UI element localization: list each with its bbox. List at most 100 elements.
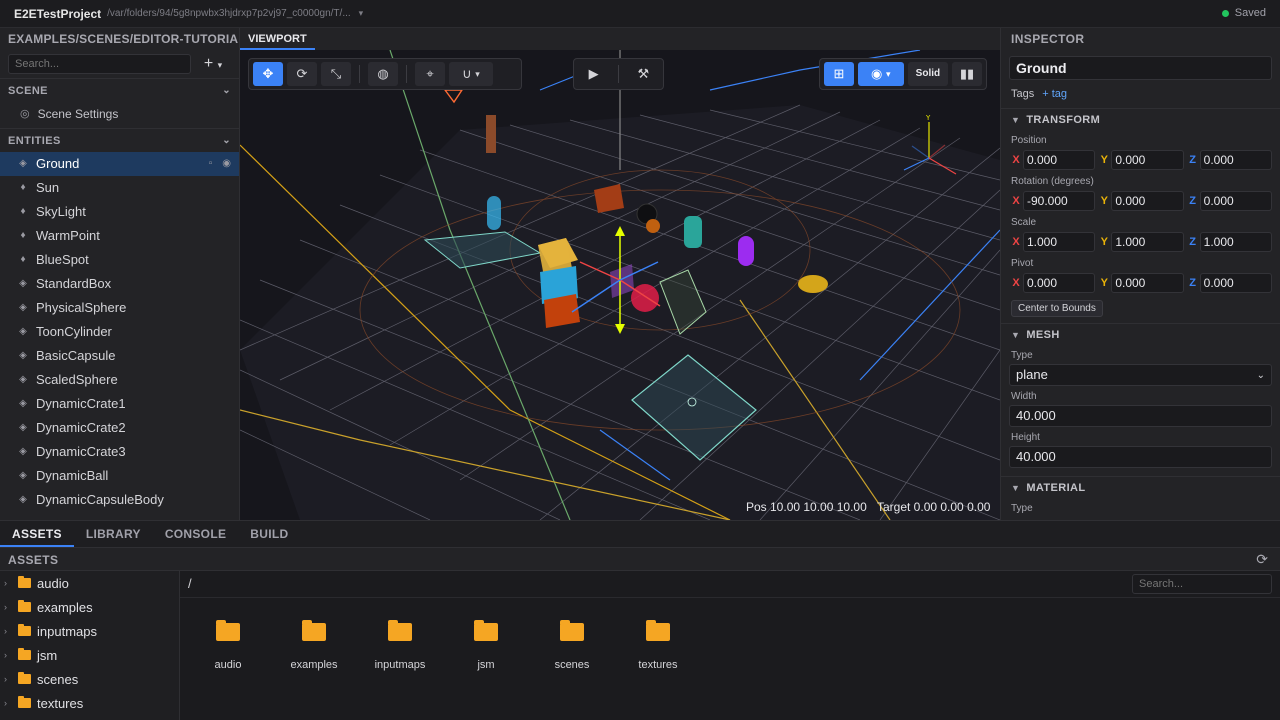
position-y-input[interactable]: 0.000 [1111,150,1184,170]
asset-folder-inputmaps[interactable]: inputmaps [357,619,443,671]
entity-item-ground[interactable]: ◈ Ground ▫ ◉ [0,152,239,176]
entity-item-warmpoint[interactable]: ♦ WarmPoint [0,224,239,248]
scale-y-input[interactable]: 1.000 [1111,232,1184,252]
lock-icon[interactable]: ▫ [209,152,213,176]
project-path[interactable]: /var/folders/94/5g8npwbx3hjdrxp7p2vj97_c… [107,8,351,19]
asset-folder-label: scenes [554,659,590,671]
add-tag-button[interactable]: + tag [1042,88,1067,100]
toolbar-divider [617,65,619,83]
mesh-icon: ◈ [19,350,27,361]
entity-item-standardbox[interactable]: ◈ StandardBox [0,272,239,296]
height-input[interactable]: 40.000 [1009,446,1272,468]
tab-viewport[interactable]: VIEWPORT [240,28,315,50]
move-tool-button[interactable]: ✥ [253,62,283,86]
mesh-header[interactable]: ▼ MESH [1001,323,1280,345]
build-button[interactable]: ⚒ [628,62,658,86]
scale-tool-button[interactable]: ⤡ [321,62,351,86]
material-header[interactable]: ▼ MATERIAL [1001,476,1280,498]
world-space-button[interactable]: ◍ [368,62,398,86]
tree-item-audio[interactable]: › audio [0,571,179,595]
rotate-icon: ⟳ [296,66,308,81]
refresh-icon[interactable]: ⟳ [1256,551,1268,568]
tab-build[interactable]: BUILD [238,521,300,547]
mesh-icon: ◈ [19,374,27,385]
mesh-type-select[interactable]: plane ⌄ [1009,364,1272,386]
entity-item-tooncylinder[interactable]: ◈ ToonCylinder [0,320,239,344]
tab-library[interactable]: LIBRARY [74,521,153,547]
chevron-right-icon[interactable]: › [4,602,12,612]
entities-section-header[interactable]: ENTITIES ⌄ [0,128,239,152]
asset-folder-audio[interactable]: audio [185,619,271,671]
entity-item-basiccapsule[interactable]: ◈ BasicCapsule [0,344,239,368]
entity-item-dynamiccrate1[interactable]: ◈ DynamicCrate1 [0,392,239,416]
entity-label: DynamicCapsuleBody [36,492,164,507]
visibility-toggle-button[interactable]: ◉ ▾ [857,62,904,86]
width-input[interactable]: 40.000 [1009,405,1272,427]
chevron-right-icon[interactable]: › [4,698,12,708]
position-z-input[interactable]: 0.000 [1199,150,1272,170]
tree-item-label: textures [37,695,84,711]
bottom-tab-bar: ASSETS LIBRARY CONSOLE BUILD [0,520,1280,547]
entity-label: SkyLight [36,204,86,219]
tree-item-textures[interactable]: › textures [0,691,179,715]
viewport-canvas[interactable]: Y ✥ ⟳ ⤡ ◍ ⌖ ∪ ▾ ▶ ⚒ ⊞ ◉ ▾ Solid ▮▮ Pos 1… [240,50,1000,520]
tree-item-examples[interactable]: › examples [0,595,179,619]
asset-folder-scenes[interactable]: scenes [529,619,615,671]
rotation-z-input[interactable]: 0.000 [1199,191,1272,211]
chevron-down-icon[interactable]: ▾ [359,8,364,19]
play-button[interactable]: ▶ [579,62,609,86]
entity-item-skylight[interactable]: ♦ SkyLight [0,200,239,224]
chevron-right-icon[interactable]: › [4,650,12,660]
asset-search-input[interactable] [1132,574,1272,594]
scale-x-input[interactable]: 1.000 [1023,232,1096,252]
tab-console[interactable]: CONSOLE [153,521,238,547]
asset-folder-jsm[interactable]: jsm [443,619,529,671]
rotation-y-input[interactable]: 0.000 [1111,191,1184,211]
tree-item-scenes[interactable]: › scenes [0,667,179,691]
pivot-button[interactable]: ⌖ [415,62,445,86]
pivot-label: Pivot [1011,258,1034,269]
grid-toggle-button[interactable]: ⊞ [824,62,854,86]
entity-item-sun[interactable]: ♦ Sun [0,176,239,200]
position-x-input[interactable]: 0.000 [1023,150,1096,170]
entity-item-dynamicball[interactable]: ◈ DynamicBall [0,464,239,488]
tree-item-jsm[interactable]: › jsm [0,643,179,667]
asset-folder-examples[interactable]: examples [271,619,357,671]
entity-item-bluespot[interactable]: ♦ BlueSpot [0,248,239,272]
asset-folder-textures[interactable]: textures [615,619,701,671]
entity-name-input[interactable]: Ground [1009,56,1272,80]
snap-button[interactable]: ∪ ▾ [449,62,493,86]
light-icon: ♦ [20,182,26,193]
asset-folder-label: textures [638,659,678,671]
add-entity-button[interactable]: + ▾ [199,55,227,73]
chevron-right-icon[interactable]: › [4,626,12,636]
scene-settings-item[interactable]: ◎ Scene Settings [0,102,239,126]
render-mode-button[interactable]: Solid [907,62,949,86]
scene-render[interactable]: Y [240,50,1000,520]
scene-section-header[interactable]: SCENE ⌄ [0,78,239,102]
center-to-bounds-button[interactable]: Center to Bounds [1011,300,1103,317]
chevron-right-icon[interactable]: › [4,578,12,588]
pivot-y-input[interactable]: 0.000 [1111,273,1184,293]
transform-header[interactable]: ▼ TRANSFORM [1001,108,1280,130]
tab-assets[interactable]: ASSETS [0,521,74,547]
entity-item-dynamiccrate2[interactable]: ◈ DynamicCrate2 [0,416,239,440]
entity-item-dynamiccapsulebody[interactable]: ◈ DynamicCapsuleBody [0,488,239,512]
breadcrumb[interactable]: / [188,576,192,591]
tree-item-inputmaps[interactable]: › inputmaps [0,619,179,643]
pivot-x-input[interactable]: 0.000 [1023,273,1096,293]
entity-search-input[interactable] [8,54,191,74]
entity-item-scaledsphere[interactable]: ◈ ScaledSphere [0,368,239,392]
mesh-header-label: MESH [1026,329,1060,341]
entity-item-dynamiccrate3[interactable]: ◈ DynamicCrate3 [0,440,239,464]
rotate-tool-button[interactable]: ⟳ [287,62,317,86]
rotation-x-input[interactable]: -90.000 [1023,191,1096,211]
chevron-right-icon[interactable]: › [4,674,12,684]
folder-icon [18,648,31,660]
stats-button[interactable]: ▮▮ [952,62,982,86]
light-icon: ♦ [20,206,26,217]
pivot-z-input[interactable]: 0.000 [1199,273,1272,293]
eye-icon[interactable]: ◉ [222,152,231,176]
entity-item-physicalsphere[interactable]: ◈ PhysicalSphere [0,296,239,320]
scale-z-input[interactable]: 1.000 [1199,232,1272,252]
